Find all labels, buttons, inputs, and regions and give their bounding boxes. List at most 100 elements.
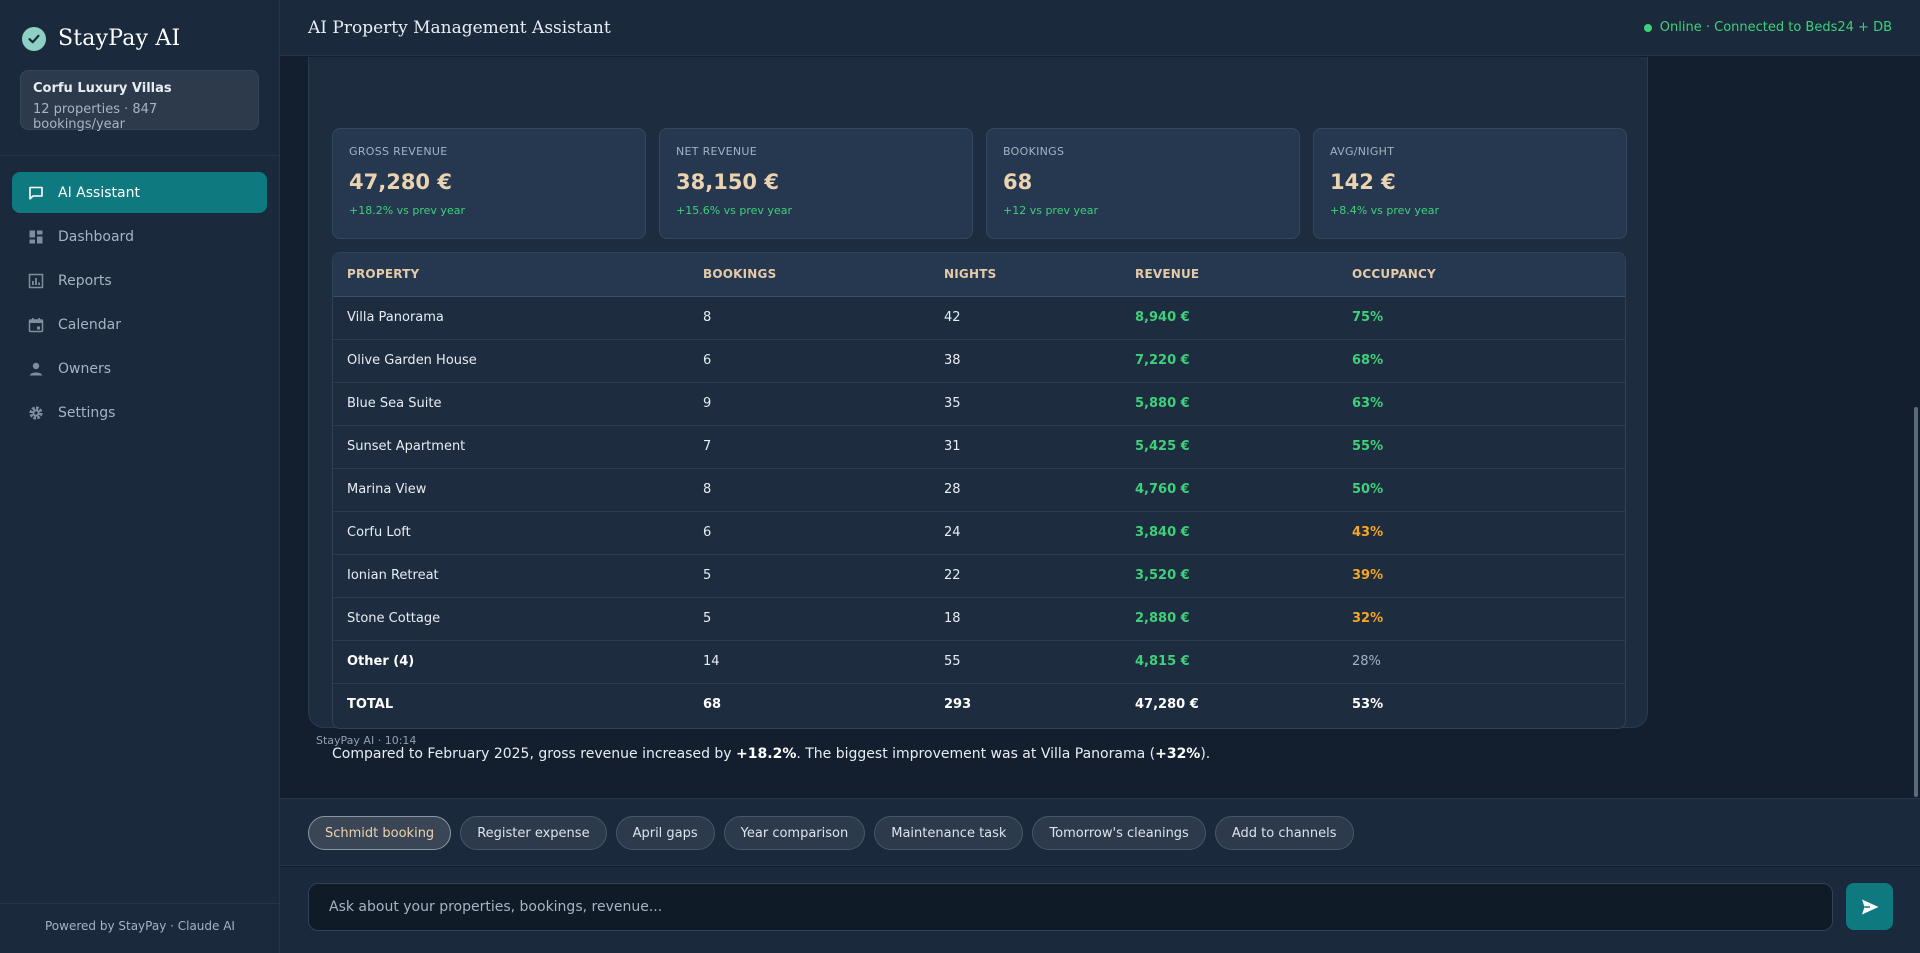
table-row: Blue Sea Suite 9 35 5,880 € 63% [333, 382, 1625, 426]
kpi-change: +8.4% vs prev year [1330, 204, 1439, 217]
chip-tomorrows-cleanings[interactable]: Tomorrow's cleanings [1032, 816, 1206, 850]
cell-property: Stone Cottage [333, 597, 703, 641]
scrollbar[interactable] [1914, 407, 1918, 797]
cell-occupancy: 75% [1352, 296, 1625, 340]
column-header-revenue: REVENUE [1135, 253, 1352, 297]
cell-nights: 31 [944, 425, 1135, 469]
connection-status: Online · Connected to Beds24 + DB [1643, 20, 1892, 35]
cell-nights: 38 [944, 339, 1135, 383]
sidebar-item-label: Reports [58, 272, 112, 289]
cell-nights: 28 [944, 468, 1135, 512]
sidebar-item-settings[interactable]: Settings [12, 392, 267, 433]
organization-subtitle: 12 properties · 847 bookings/year [33, 102, 158, 132]
cell-nights: 293 [944, 697, 972, 713]
cell-occupancy: 28% [1352, 640, 1625, 684]
chip-schmidt-booking[interactable]: Schmidt booking [308, 816, 452, 850]
sidebar-item-reports[interactable]: Reports [12, 260, 267, 301]
cell-occupancy: 50% [1352, 468, 1625, 512]
send-button[interactable] [1846, 883, 1893, 930]
chip-year-comparison[interactable]: Year comparison [723, 816, 866, 850]
cell-occupancy: 39% [1352, 554, 1625, 598]
sidebar: StayPay AI Corfu Luxury Villas 12 proper… [0, 0, 280, 953]
brand-name: StayPay AI [58, 26, 181, 51]
cell-property: Ionian Retreat [333, 554, 703, 598]
message-meta: StayPay AI · 10:14 [316, 734, 417, 747]
table-row: Marina View 8 28 4,760 € 50% [333, 468, 1625, 512]
kpi-change: +12 vs prev year [1003, 204, 1099, 217]
cell-nights: 35 [944, 382, 1135, 426]
cell-revenue: 7,220 € [1135, 339, 1352, 383]
column-header-bookings: BOOKINGS [703, 253, 944, 297]
table-row: Villa Panorama 8 42 8,940 € 75% [333, 296, 1625, 340]
check-circle-icon [22, 26, 46, 51]
kpi-value: 68 [1003, 170, 1033, 194]
cell-bookings: 9 [703, 382, 944, 426]
gear-icon [29, 405, 43, 420]
summary-text: ). [1200, 746, 1211, 762]
organization-name: Corfu Luxury Villas [33, 81, 172, 96]
cell-nights: 18 [944, 597, 1135, 641]
table-row: Stone Cottage 5 18 2,880 € 32% [333, 597, 1625, 641]
brand[interactable]: StayPay AI [22, 26, 180, 51]
table-header-row: PROPERTY BOOKINGS NIGHTS REVENUE OCCUPAN… [333, 253, 1625, 297]
kpi-change: +15.6% vs prev year [676, 204, 792, 217]
cell-bookings: 8 [703, 468, 944, 512]
kpi-value: 142 € [1330, 170, 1396, 194]
kpi-label: GROSS REVENUE [349, 145, 448, 158]
cell-revenue: 8,940 € [1135, 296, 1352, 340]
cell-occupancy: 43% [1352, 511, 1625, 555]
cell-bookings: 6 [703, 339, 944, 383]
cell-revenue: 2,880 € [1135, 597, 1352, 641]
reports-icon [28, 273, 44, 288]
assistant-message: GROSS REVENUE 47,280 € +18.2% vs prev ye… [308, 57, 1648, 762]
chip-april-gaps[interactable]: April gaps [615, 816, 715, 850]
cell-property: Other (4) [333, 640, 703, 684]
chat-icon [29, 186, 43, 200]
chat-area[interactable]: GROSS REVENUE 47,280 € +18.2% vs prev ye… [280, 57, 1920, 797]
user-icon [29, 362, 43, 375]
summary-highlight: +18.2% [736, 746, 797, 762]
sidebar-item-dashboard[interactable]: Dashboard [12, 216, 267, 257]
cell-revenue: 5,425 € [1135, 425, 1352, 469]
connection-status-text: Online · Connected to Beds24 + DB [1659, 20, 1892, 35]
column-header-nights: NIGHTS [944, 253, 1135, 297]
message-summary: Compared to February 2025, gross revenue… [332, 746, 1210, 762]
table-row: Other (4) 14 55 4,815 € 28% [333, 640, 1625, 684]
cell-occupancy: 68% [1352, 339, 1625, 383]
kpi-value: 47,280 € [349, 170, 452, 194]
status-dot-icon [1643, 23, 1652, 32]
sidebar-item-calendar[interactable]: Calendar [12, 304, 267, 345]
cell-nights: 24 [944, 511, 1135, 555]
sidebar-item-ai-assistant[interactable]: AI Assistant [12, 172, 267, 213]
message-input[interactable] [308, 883, 1833, 931]
chip-maintenance-task[interactable]: Maintenance task [874, 816, 1024, 850]
organization-card[interactable]: Corfu Luxury Villas 12 properties · 847 … [20, 70, 259, 132]
sidebar-divider [0, 155, 280, 156]
cell-occupancy: 32% [1352, 597, 1625, 641]
cell-property: Sunset Apartment [333, 425, 703, 469]
chip-add-to-channels[interactable]: Add to channels [1214, 816, 1354, 850]
sidebar-item-label: Calendar [58, 316, 121, 333]
cell-nights: 22 [944, 554, 1135, 598]
calendar-icon [28, 317, 44, 332]
cell-revenue: 47,280 € [1135, 697, 1199, 713]
cell-occupancy: 55% [1352, 425, 1625, 469]
sidebar-footer: Powered by StayPay · Claude AI [45, 919, 235, 933]
cell-bookings: 14 [703, 640, 944, 684]
kpi-card-net-revenue: NET REVENUE 38,150 € +15.6% vs prev year [659, 128, 973, 239]
table-row: Sunset Apartment 7 31 5,425 € 55% [333, 425, 1625, 469]
chip-register-expense[interactable]: Register expense [460, 816, 607, 850]
cell-property: Marina View [333, 468, 703, 512]
kpi-label: BOOKINGS [1003, 145, 1065, 158]
sidebar-item-label: Settings [58, 404, 116, 421]
dashboard-icon [29, 230, 43, 243]
page-title: AI Property Management Assistant [308, 18, 611, 38]
cell-bookings: 68 [703, 697, 722, 713]
sidebar-footer-divider [0, 903, 280, 904]
cell-bookings: 5 [703, 597, 944, 641]
cell-property: Corfu Loft [333, 511, 703, 555]
kpi-change: +18.2% vs prev year [349, 204, 465, 217]
cell-nights: 55 [944, 640, 1135, 684]
sidebar-item-owners[interactable]: Owners [12, 348, 267, 389]
kpi-card-gross-revenue: GROSS REVENUE 47,280 € +18.2% vs prev ye… [332, 128, 646, 239]
